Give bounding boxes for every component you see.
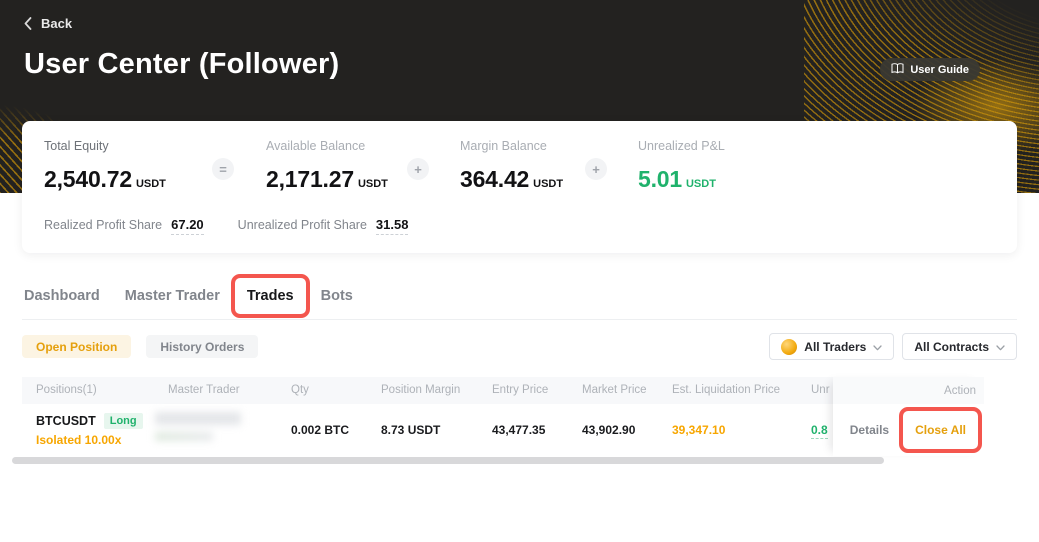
horizontal-scrollbar-thumb[interactable] xyxy=(12,457,884,464)
qty-value: 0.002 BTC xyxy=(291,423,349,437)
details-button[interactable]: Details xyxy=(850,423,889,437)
equity-summary-card: Total Equity 2,540.72 USDT = Available Ba… xyxy=(22,121,1017,253)
unrealized-profit-share-label: Unrealized Profit Share xyxy=(238,218,367,232)
stat-total-equity: Total Equity 2,540.72 USDT xyxy=(44,139,166,193)
col-master-trader: Master Trader xyxy=(168,384,240,396)
tab-master-trader[interactable]: Master Trader xyxy=(125,288,220,304)
trader-avatar xyxy=(781,339,797,355)
stat-unit: USDT xyxy=(686,178,716,190)
col-qty: Qty xyxy=(291,384,309,396)
stat-value: 5.01 xyxy=(638,166,682,192)
controls-row: Open Position History Orders All Traders… xyxy=(22,333,1017,360)
table-scroll-region: Positions(1) Master Trader Qty Position … xyxy=(22,377,833,456)
filters: All Traders All Contracts xyxy=(769,333,1017,360)
col-action: Action xyxy=(833,377,984,404)
main-tabs: Dashboard Master Trader Trades Bots xyxy=(22,253,1017,320)
tab-trades[interactable]: Trades xyxy=(247,288,294,304)
stat-label: Available Balance xyxy=(266,139,388,153)
stat-unit: USDT xyxy=(136,178,166,190)
all-traders-dropdown[interactable]: All Traders xyxy=(769,333,894,360)
table-row: BTCUSDT Long Isolated 10.00x 0.002 BTC 8… xyxy=(22,404,833,456)
action-cell: Details Close All xyxy=(833,404,984,456)
master-trader-blurred xyxy=(155,412,247,448)
stat-label: Margin Balance xyxy=(460,139,563,153)
close-all-button[interactable]: Close All xyxy=(915,423,966,437)
position-margin-value: 8.73 USDT xyxy=(381,423,440,437)
side-badge: Long xyxy=(104,413,143,429)
subtabs: Open Position History Orders xyxy=(22,335,258,358)
col-unrealized-truncated: Unr xyxy=(811,384,830,396)
est-liquidation-price-value: 39,347.10 xyxy=(672,423,725,437)
stat-margin-balance: Margin Balance 364.42 USDT xyxy=(460,139,563,193)
tab-dashboard[interactable]: Dashboard xyxy=(24,288,100,304)
back-chevron-icon xyxy=(24,17,32,30)
all-traders-label: All Traders xyxy=(804,340,866,354)
stat-unit: USDT xyxy=(533,178,563,190)
user-guide-label: User Guide xyxy=(910,64,969,76)
annotation-box-close-all: Close All xyxy=(899,407,982,453)
subtab-history-orders[interactable]: History Orders xyxy=(146,335,258,358)
table-header-row: Positions(1) Master Trader Qty Position … xyxy=(22,377,833,404)
stat-available-balance: Available Balance 2,171.27 USDT xyxy=(266,139,388,193)
margin-mode-leverage: Isolated 10.00x xyxy=(36,433,143,447)
chevron-down-icon xyxy=(873,340,882,354)
all-contracts-label: All Contracts xyxy=(914,340,989,354)
plus-icon: + xyxy=(585,158,607,180)
annotation-box-trades: Trades xyxy=(231,274,310,318)
stat-unit: USDT xyxy=(358,178,388,190)
profit-share-row: Realized Profit Share 67.20 Unrealized P… xyxy=(44,217,408,235)
user-guide-button[interactable]: User Guide xyxy=(880,58,980,81)
back-button[interactable]: Back xyxy=(0,0,90,31)
col-positions: Positions(1) xyxy=(36,384,97,396)
back-label: Back xyxy=(41,16,72,31)
col-position-margin: Position Margin xyxy=(381,384,460,396)
stat-value: 2,171.27 xyxy=(266,166,354,192)
equals-icon: = xyxy=(212,158,234,180)
col-entry-price: Entry Price xyxy=(492,384,548,396)
plus-icon: + xyxy=(407,158,429,180)
chevron-down-icon xyxy=(996,340,1005,354)
book-icon xyxy=(891,63,904,77)
realized-profit-share-value[interactable]: 67.20 xyxy=(171,217,204,235)
positions-table: Positions(1) Master Trader Qty Position … xyxy=(22,377,984,456)
col-market-price: Market Price xyxy=(582,384,647,396)
entry-price-value: 43,477.35 xyxy=(492,423,545,437)
unrealized-profit-share-value[interactable]: 31.58 xyxy=(376,217,409,235)
stat-unrealized-pnl: Unrealized P&L 5.01 USDT xyxy=(638,139,725,193)
stat-value: 2,540.72 xyxy=(44,166,132,192)
subtab-open-position[interactable]: Open Position xyxy=(22,335,131,358)
table-sticky-action-column: Action Details Close All xyxy=(833,377,984,456)
realized-profit-share-label: Realized Profit Share xyxy=(44,218,162,232)
stat-label: Total Equity xyxy=(44,139,166,153)
symbol: BTCUSDT xyxy=(36,414,96,428)
market-price-value: 43,902.90 xyxy=(582,423,635,437)
unrealized-value-truncated[interactable]: 0.8 xyxy=(811,423,828,439)
tab-bots[interactable]: Bots xyxy=(321,288,353,304)
all-contracts-dropdown[interactable]: All Contracts xyxy=(902,333,1017,360)
stat-label: Unrealized P&L xyxy=(638,139,725,153)
position-cell: BTCUSDT Long Isolated 10.00x xyxy=(36,413,143,447)
stat-value: 364.42 xyxy=(460,166,529,192)
col-est-liquidation-price: Est. Liquidation Price xyxy=(672,384,780,396)
